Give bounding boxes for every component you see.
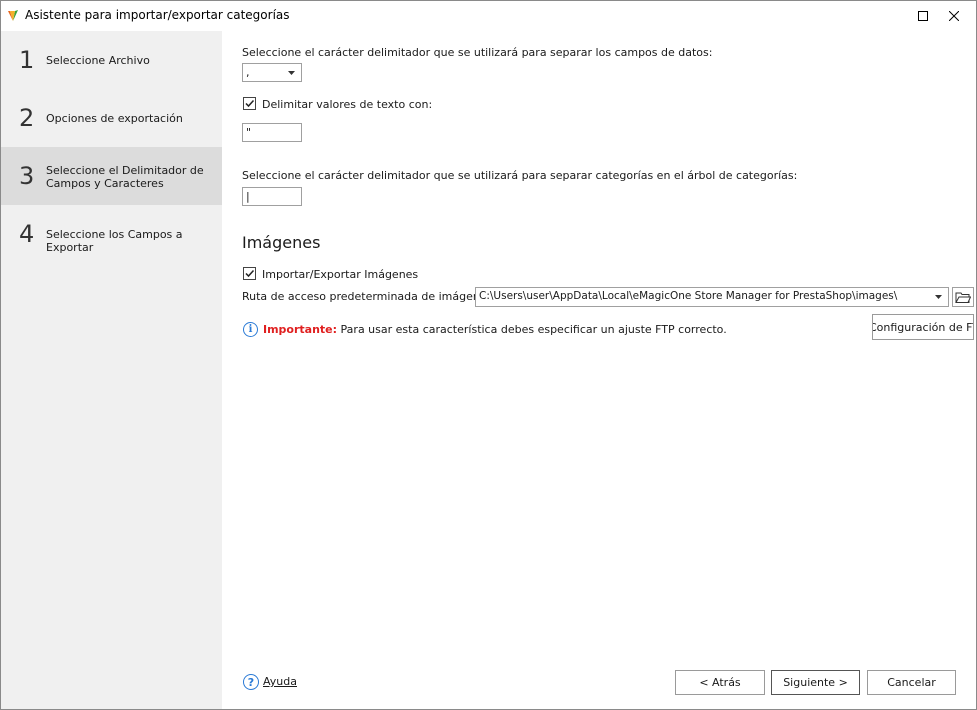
browse-folder-button[interactable] xyxy=(952,287,974,307)
wizard-window: Asistente para importar/exportar categor… xyxy=(0,0,977,710)
field-delimiter-label: Seleccione el carácter delimitador que s… xyxy=(242,46,713,59)
folder-open-icon xyxy=(955,292,971,303)
step-select-file[interactable]: 1 Seleccione Archivo xyxy=(1,31,222,89)
images-checkbox[interactable] xyxy=(243,267,256,280)
step-number: 1 xyxy=(19,46,35,74)
wizard-steps-sidebar: 1 Seleccione Archivo 2 Opciones de expor… xyxy=(1,31,222,709)
ftp-settings-label: Configuración de FTP xyxy=(872,320,973,334)
field-delimiter-value: , xyxy=(246,66,250,79)
close-button[interactable] xyxy=(932,1,976,31)
step-number: 3 xyxy=(19,162,35,190)
info-icon: i xyxy=(243,322,258,337)
text-delimit-label: Delimitar valores de texto con: xyxy=(262,98,433,111)
step-label: Seleccione el Delimitador de Campos y Ca… xyxy=(46,164,204,190)
step-label: Seleccione los Campos a Exportar xyxy=(46,228,183,254)
step-select-fields[interactable]: 4 Seleccione los Campos a Exportar xyxy=(1,205,222,263)
window-title: Asistente para importar/exportar categor… xyxy=(25,8,290,22)
field-delimiter-select[interactable]: , xyxy=(242,63,302,82)
category-delimiter-input[interactable]: | xyxy=(242,187,302,206)
maximize-icon xyxy=(918,11,928,21)
title-bar: Asistente para importar/exportar categor… xyxy=(1,1,976,31)
text-delimit-input[interactable]: " xyxy=(242,123,302,142)
category-delimiter-label: Seleccione el carácter delimitador que s… xyxy=(242,169,798,182)
help-link[interactable]: Ayuda xyxy=(263,675,297,688)
important-label: Importante: xyxy=(263,323,338,336)
images-path-select[interactable]: C:\Users\user\AppData\Local\eMagicOne St… xyxy=(475,287,949,307)
important-note: Importante: Para usar esta característic… xyxy=(263,323,727,336)
step-number: 2 xyxy=(19,104,35,132)
step-export-options[interactable]: 2 Opciones de exportación xyxy=(1,89,222,147)
step-number: 4 xyxy=(19,220,35,248)
cancel-button[interactable]: Cancelar xyxy=(867,670,956,695)
app-logo-icon xyxy=(8,10,18,21)
close-icon xyxy=(949,11,959,21)
ftp-settings-button[interactable]: Configuración de FTP xyxy=(872,314,974,340)
next-button[interactable]: Siguiente > xyxy=(771,670,860,695)
help-icon[interactable]: ? xyxy=(243,674,259,690)
checkmark-icon xyxy=(245,269,255,278)
images-path-label: Ruta de acceso predeterminada de imágene… xyxy=(242,290,493,303)
step-label: Opciones de exportación xyxy=(46,112,183,125)
images-path-value: C:\Users\user\AppData\Local\eMagicOne St… xyxy=(479,290,898,302)
step-label: Seleccione Archivo xyxy=(46,54,150,67)
dropdown-arrow-icon xyxy=(284,64,298,81)
images-checkbox-label: Importar/Exportar Imágenes xyxy=(262,268,419,281)
images-section-title: Imágenes xyxy=(242,233,321,252)
back-button[interactable]: < Atrás xyxy=(675,670,765,695)
checkmark-icon xyxy=(245,99,255,108)
step-delimiters[interactable]: 3 Seleccione el Delimitador de Campos y … xyxy=(1,147,222,205)
important-text: Para usar esta característica debes espe… xyxy=(340,323,727,336)
dropdown-arrow-icon xyxy=(931,288,945,306)
text-delimit-checkbox[interactable] xyxy=(243,97,256,110)
wizard-content: Seleccione el carácter delimitador que s… xyxy=(222,31,976,709)
